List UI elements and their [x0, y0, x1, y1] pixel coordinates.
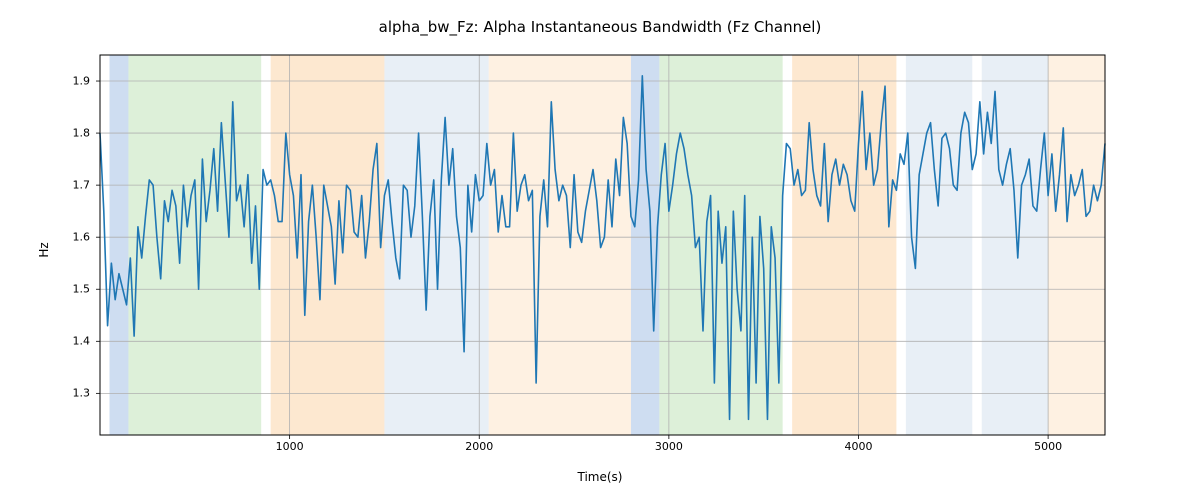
x-tick-label: 2000	[465, 440, 493, 453]
y-tick-label: 1.5	[73, 283, 91, 296]
y-tick-label: 1.9	[73, 75, 91, 88]
y-tick-label: 1.4	[73, 335, 91, 348]
x-tick-label: 1000	[276, 440, 304, 453]
figure: alpha_bw_Fz: Alpha Instantaneous Bandwid…	[0, 0, 1200, 500]
y-tick-label: 1.3	[73, 387, 91, 400]
plot-svg	[100, 55, 1105, 435]
x-tick-label: 5000	[1034, 440, 1062, 453]
x-axis-label: Time(s)	[0, 470, 1200, 484]
x-tick-label: 4000	[844, 440, 872, 453]
y-tick-label: 1.6	[73, 231, 91, 244]
chart-title: alpha_bw_Fz: Alpha Instantaneous Bandwid…	[0, 18, 1200, 36]
y-tick-label: 1.7	[73, 179, 91, 192]
x-tick-label: 3000	[655, 440, 683, 453]
plot-area	[100, 55, 1105, 435]
y-axis-label: Hz	[36, 0, 51, 500]
y-tick-label: 1.8	[73, 127, 91, 140]
